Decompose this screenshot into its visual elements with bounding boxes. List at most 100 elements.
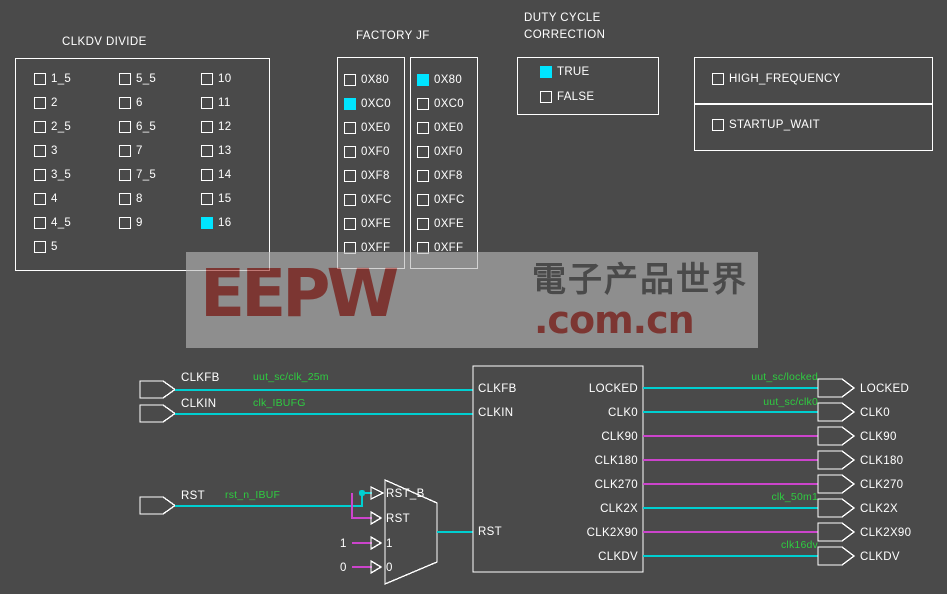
clkdv-option-12[interactable]: 12 — [201, 121, 231, 133]
clkdv-option-6[interactable]: 6 — [119, 97, 143, 109]
clkdv-option-4[interactable]: 4 — [34, 193, 58, 205]
factory-jf-left-option-0xf0[interactable]: 0XF0 — [344, 146, 390, 158]
checkbox-icon[interactable] — [119, 145, 131, 157]
checkbox-icon[interactable] — [201, 121, 213, 133]
output-port-clk2x90-symbol[interactable] — [817, 522, 856, 542]
output-label-clk90: CLK90 — [860, 431, 897, 443]
input-label-rst: RST — [181, 490, 205, 502]
checkbox-icon[interactable] — [201, 169, 213, 181]
factory-jf-left-option-0xfc[interactable]: 0XFC — [344, 194, 392, 206]
duty-cycle-option-true[interactable]: TRUE — [540, 66, 590, 78]
output-port-clk270-symbol[interactable] — [817, 474, 856, 494]
option-label: 0XF0 — [434, 146, 463, 158]
output-port-clk180-symbol[interactable] — [817, 450, 856, 470]
factory-jf-right-option-0xe0[interactable]: 0XE0 — [417, 122, 463, 134]
clkdv-option-15[interactable]: 15 — [201, 193, 231, 205]
checkbox-icon[interactable] — [34, 241, 46, 253]
checkbox-icon[interactable] — [344, 194, 356, 206]
input-port-rst-symbol[interactable] — [139, 496, 177, 515]
clkdv-option-6_5[interactable]: 6_5 — [119, 121, 156, 133]
checkbox-icon[interactable] — [417, 194, 429, 206]
checkbox-icon[interactable] — [119, 97, 131, 109]
clkdv-option-4_5[interactable]: 4_5 — [34, 217, 71, 229]
checkbox-icon[interactable] — [417, 122, 429, 134]
checkbox-icon[interactable] — [34, 193, 46, 205]
checkbox-icon[interactable] — [344, 74, 356, 86]
clkdv-option-9[interactable]: 9 — [119, 217, 143, 229]
option-label: 14 — [218, 169, 232, 181]
checkbox-icon[interactable] — [201, 193, 213, 205]
clkdv-option-8[interactable]: 8 — [119, 193, 143, 205]
factory-jf-left-option-0xc0[interactable]: 0XC0 — [344, 98, 391, 110]
clkdv-option-1_5[interactable]: 1_5 — [34, 73, 71, 85]
flag-option-high-frequency[interactable]: HIGH_FREQUENCY — [712, 73, 841, 85]
factory-jf-right-option-0xf0[interactable]: 0XF0 — [417, 146, 463, 158]
option-label: 0XFE — [434, 218, 464, 230]
checkbox-icon[interactable] — [34, 121, 46, 133]
checkbox-icon[interactable] — [417, 98, 429, 110]
checkbox-icon[interactable] — [417, 74, 429, 86]
clkdv-option-16[interactable]: 16 — [201, 217, 231, 229]
clkdv-option-11[interactable]: 11 — [201, 97, 231, 109]
factory-jf-left-option-0xf8[interactable]: 0XF8 — [344, 170, 390, 182]
checkbox-icon[interactable] — [201, 97, 213, 109]
checkbox-icon[interactable] — [34, 73, 46, 85]
factory-jf-right-option-0xc0[interactable]: 0XC0 — [417, 98, 464, 110]
factory-jf-right-option-0xf8[interactable]: 0XF8 — [417, 170, 463, 182]
checkbox-icon[interactable] — [344, 98, 356, 110]
checkbox-icon[interactable] — [712, 119, 724, 131]
clkdv-option-10[interactable]: 10 — [201, 73, 231, 85]
dcm-block[interactable] — [472, 365, 644, 573]
clkdv-option-5_5[interactable]: 5_5 — [119, 73, 156, 85]
clkdv-option-14[interactable]: 14 — [201, 169, 231, 181]
input-port-clkin-symbol[interactable] — [139, 404, 177, 423]
checkbox-icon[interactable] — [540, 66, 552, 78]
checkbox-icon[interactable] — [119, 169, 131, 181]
clkdv-option-7[interactable]: 7 — [119, 145, 143, 157]
mux-symbol[interactable] — [384, 478, 438, 586]
factory-jf-right-option-0x80[interactable]: 0X80 — [417, 74, 462, 86]
clkdv-option-2_5[interactable]: 2_5 — [34, 121, 71, 133]
checkbox-icon[interactable] — [201, 145, 213, 157]
checkbox-icon[interactable] — [119, 73, 131, 85]
checkbox-icon[interactable] — [417, 170, 429, 182]
checkbox-icon[interactable] — [344, 122, 356, 134]
checkbox-icon[interactable] — [34, 145, 46, 157]
clkdv-option-3_5[interactable]: 3_5 — [34, 169, 71, 181]
duty-cycle-option-false[interactable]: FALSE — [540, 91, 594, 103]
clkdv-option-7_5[interactable]: 7_5 — [119, 169, 156, 181]
checkbox-icon[interactable] — [34, 97, 46, 109]
factory-jf-title: FACTORY JF — [356, 30, 430, 42]
checkbox-icon[interactable] — [34, 169, 46, 181]
clkdv-option-13[interactable]: 13 — [201, 145, 231, 157]
checkbox-icon[interactable] — [344, 170, 356, 182]
checkbox-icon[interactable] — [417, 218, 429, 230]
clkdv-option-2[interactable]: 2 — [34, 97, 58, 109]
checkbox-icon[interactable] — [201, 73, 213, 85]
checkbox-icon[interactable] — [540, 91, 552, 103]
factory-jf-right-option-0xfe[interactable]: 0XFE — [417, 218, 464, 230]
checkbox-icon[interactable] — [712, 73, 724, 85]
input-port-clkfb-symbol[interactable] — [139, 380, 177, 399]
option-label: 3 — [51, 145, 58, 157]
factory-jf-right-option-0xfc[interactable]: 0XFC — [417, 194, 465, 206]
clkdv-option-5[interactable]: 5 — [34, 241, 58, 253]
checkbox-icon[interactable] — [34, 217, 46, 229]
output-port-clk90-symbol[interactable] — [817, 426, 856, 446]
checkbox-icon[interactable] — [344, 146, 356, 158]
output-port-clk0-symbol[interactable] — [817, 402, 856, 422]
checkbox-icon[interactable] — [201, 217, 213, 229]
output-port-clkdv-symbol[interactable] — [817, 546, 856, 566]
factory-jf-left-option-0xfe[interactable]: 0XFE — [344, 218, 391, 230]
checkbox-icon[interactable] — [119, 121, 131, 133]
checkbox-icon[interactable] — [119, 193, 131, 205]
factory-jf-left-option-0xe0[interactable]: 0XE0 — [344, 122, 390, 134]
flag-option-startup-wait[interactable]: STARTUP_WAIT — [712, 119, 820, 131]
output-port-clk2x-symbol[interactable] — [817, 498, 856, 518]
factory-jf-left-option-0x80[interactable]: 0X80 — [344, 74, 389, 86]
checkbox-icon[interactable] — [344, 218, 356, 230]
checkbox-icon[interactable] — [417, 146, 429, 158]
output-port-locked-symbol[interactable] — [817, 378, 856, 398]
checkbox-icon[interactable] — [119, 217, 131, 229]
clkdv-option-3[interactable]: 3 — [34, 145, 58, 157]
